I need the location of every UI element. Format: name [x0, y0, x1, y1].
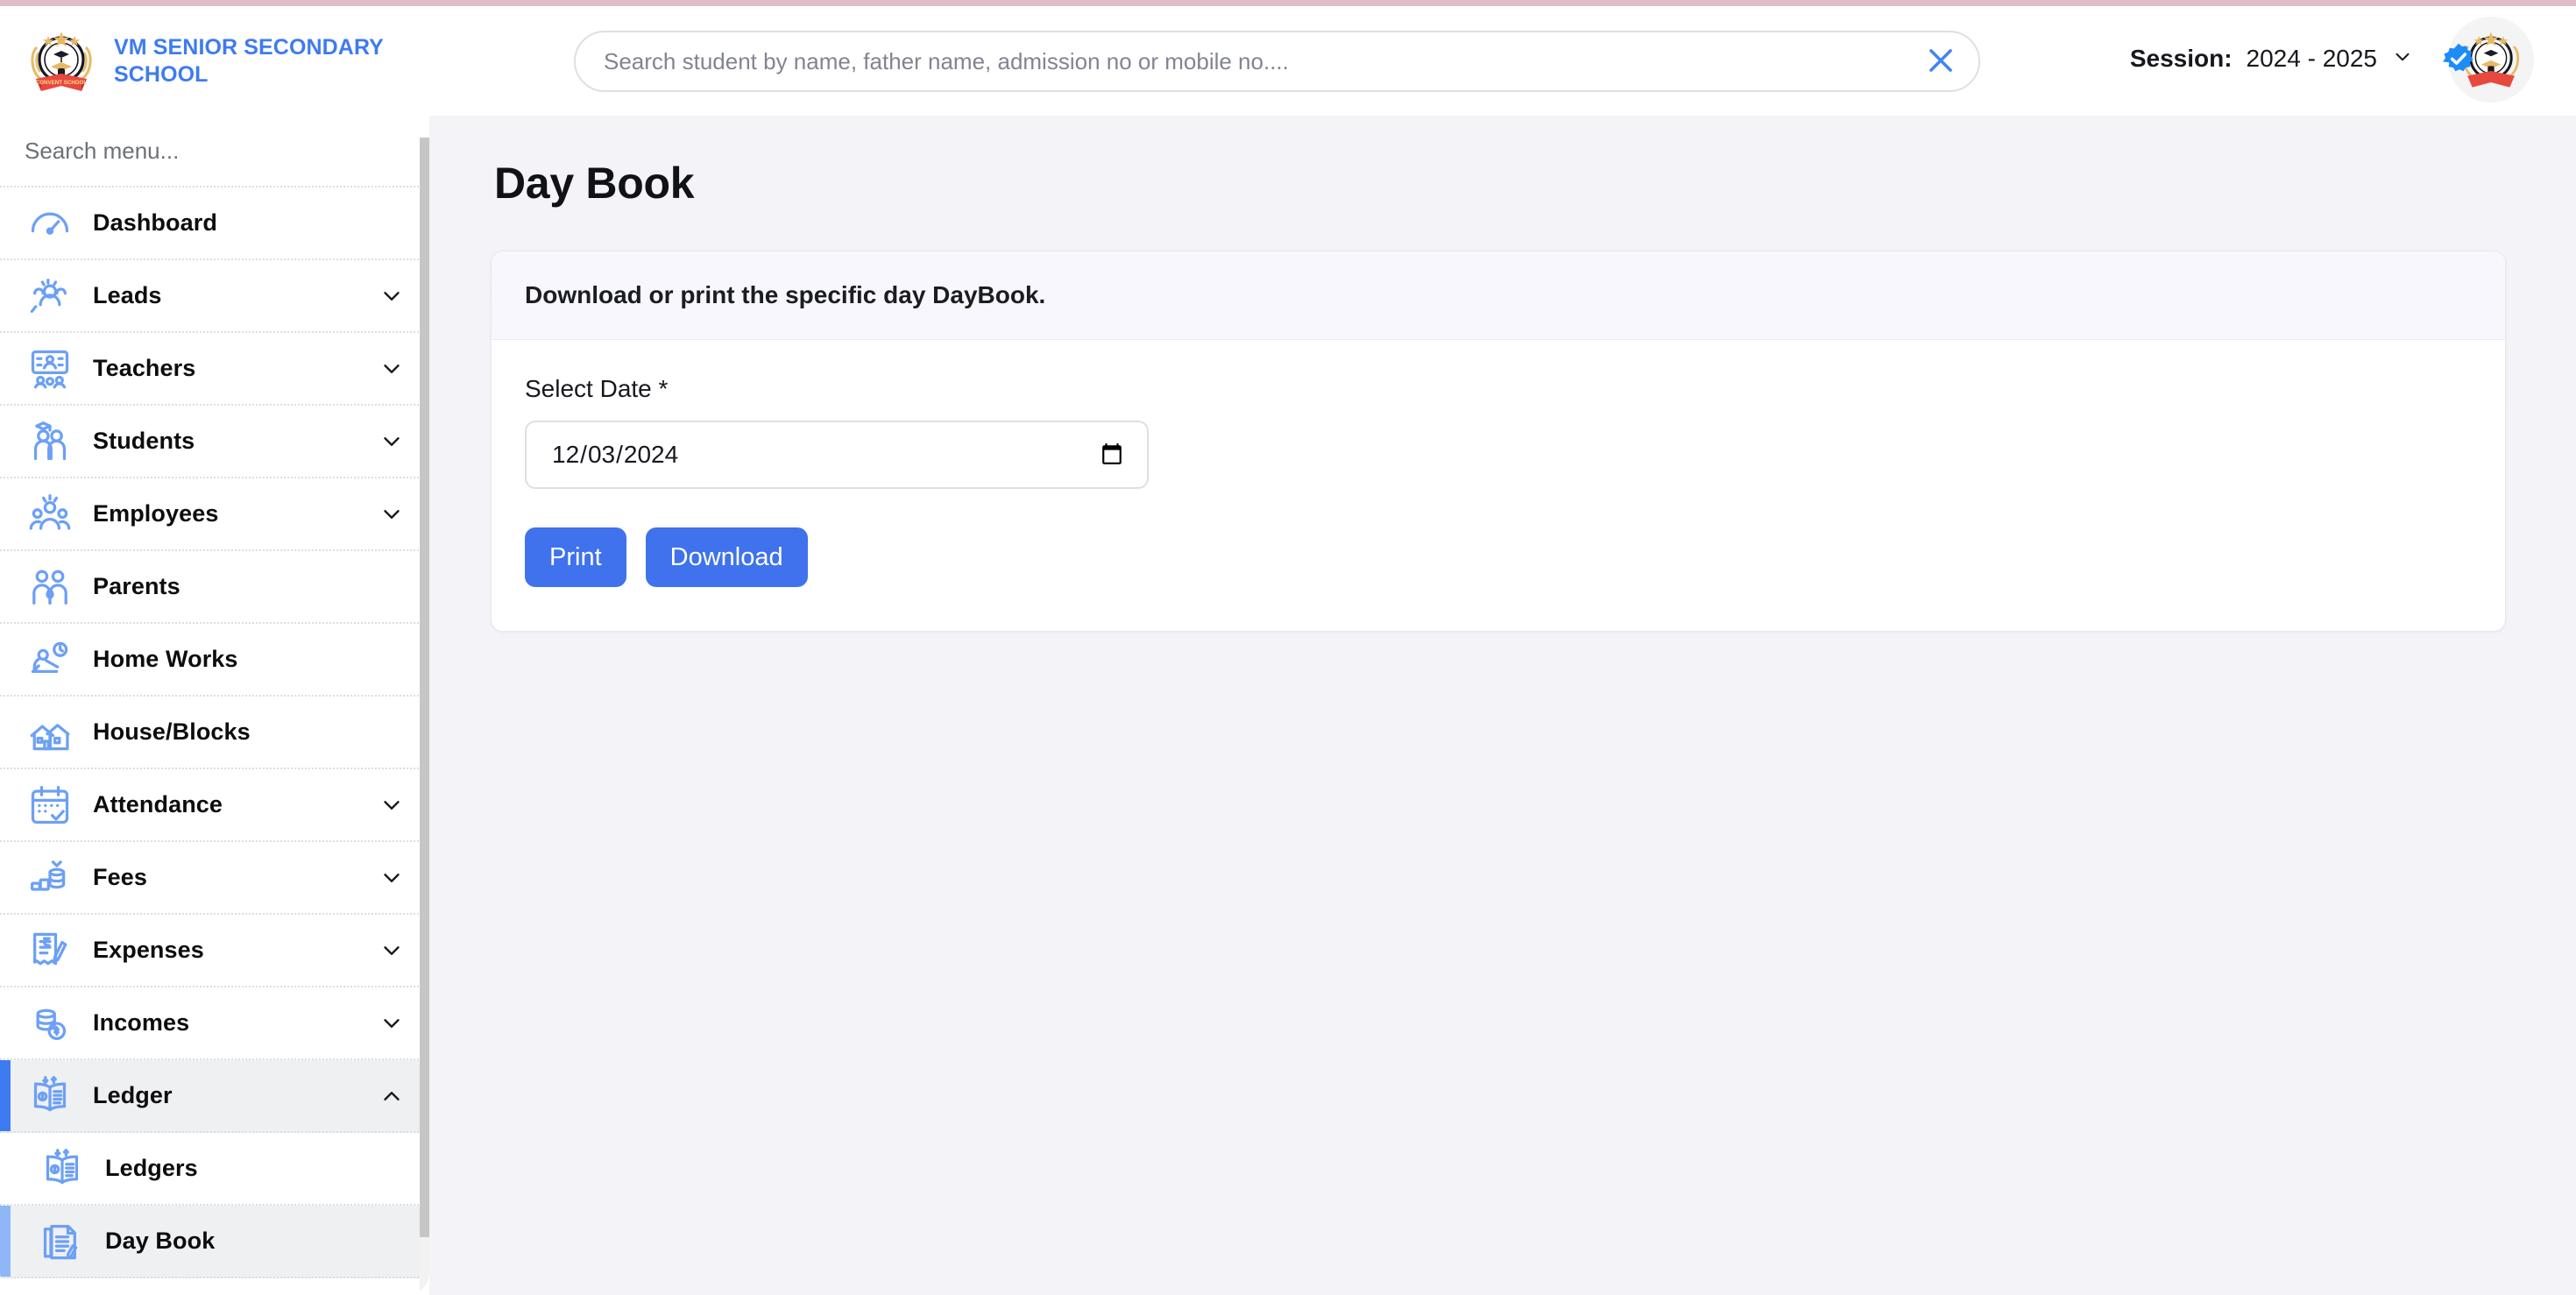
session-value: 2024 - 2025	[2247, 45, 2377, 73]
homework-icon	[25, 634, 75, 685]
daybook-card: Download or print the specific day DayBo…	[491, 251, 2506, 632]
app-root: CONVENT SCHOOL VM SENIOR SECONDARY SCHOO…	[0, 0, 2576, 1295]
chevron-down-icon[interactable]	[377, 499, 407, 529]
brand-header[interactable]: CONVENT SCHOOL VM SENIOR SECONDARY SCHOO…	[0, 6, 429, 116]
verified-badge-icon	[2441, 41, 2476, 76]
ledger-submenu: Ledgers Day Book	[0, 1133, 429, 1278]
chevron-down-icon	[2391, 46, 2414, 73]
sidebar-item-house-blocks-label: House/Blocks	[93, 718, 407, 746]
chevron-down-icon[interactable]	[377, 427, 407, 456]
chevron-down-icon[interactable]	[377, 1008, 407, 1038]
day-book-icon	[37, 1216, 88, 1267]
speedometer-icon	[25, 198, 75, 249]
sidebar-item-home-works[interactable]: Home Works	[0, 624, 429, 697]
sidebar-item-day-book-label: Day Book	[105, 1228, 407, 1255]
students-icon	[25, 416, 75, 467]
menu-search-row[interactable]	[0, 116, 429, 188]
download-button[interactable]: Download	[646, 527, 808, 587]
sidebar-item-attendance[interactable]: Attendance	[0, 769, 429, 842]
chevron-up-icon[interactable]	[377, 1081, 407, 1111]
sidebar-item-incomes-label: Incomes	[93, 1009, 377, 1037]
sidebar-item-home-works-label: Home Works	[93, 646, 407, 673]
sidebar-item-expenses[interactable]: Expenses	[0, 915, 429, 987]
sidebar-item-ledger[interactable]: Ledger	[0, 1060, 429, 1133]
coins-icon	[25, 853, 75, 903]
sidebar-item-employees-label: Employees	[93, 500, 377, 527]
sidebar-item-leads-label: Leads	[93, 282, 377, 309]
sidebar-item-leads[interactable]: Leads	[0, 260, 429, 333]
card-header: Download or print the specific day DayBo…	[492, 251, 2505, 340]
sidebar-item-dashboard-label: Dashboard	[93, 209, 407, 237]
coin-stack-icon	[25, 998, 75, 1049]
sidebar-item-employees[interactable]: Employees	[0, 478, 429, 551]
svg-text:CONVENT SCHOOL: CONVENT SCHOOL	[36, 80, 88, 86]
print-button[interactable]: Print	[525, 527, 626, 587]
select-date-input[interactable]	[525, 421, 1149, 489]
action-button-row: Print Download	[525, 527, 2472, 587]
chevron-down-icon[interactable]	[377, 863, 407, 893]
sidebar-item-fees[interactable]: Fees	[0, 842, 429, 915]
sidebar: CONVENT SCHOOL VM SENIOR SECONDARY SCHOO…	[0, 6, 429, 1295]
chevron-down-icon[interactable]	[377, 936, 407, 966]
session-label: Session:	[2130, 45, 2233, 73]
sidebar-item-attendance-label: Attendance	[93, 791, 377, 818]
sidebar-item-students-label: Students	[93, 428, 377, 455]
global-search-input[interactable]	[576, 48, 1903, 75]
sidebar-item-parents-label: Parents	[93, 573, 407, 600]
chevron-down-icon[interactable]	[377, 354, 407, 384]
clear-search-button[interactable]	[1903, 32, 1978, 90]
session-selector[interactable]: Session: 2024 - 2025	[2130, 45, 2414, 73]
employees-icon	[25, 489, 75, 540]
menu-search-input[interactable]	[25, 138, 357, 165]
sidebar-item-day-book[interactable]: Day Book	[0, 1206, 429, 1278]
top-header: Session: 2024 - 2025	[429, 6, 2576, 116]
sidebar-item-house-blocks[interactable]: House/Blocks	[0, 697, 429, 769]
house-icon	[25, 707, 75, 758]
sidebar-item-ledger-label: Ledger	[93, 1082, 377, 1109]
sidebar-scrollbar-thumb[interactable]	[420, 138, 429, 1237]
sidebar-item-ledgers[interactable]: Ledgers	[0, 1133, 429, 1206]
sidebar-item-expenses-label: Expenses	[93, 937, 377, 964]
top-accent-rule	[0, 0, 2576, 6]
chevron-down-icon[interactable]	[377, 281, 407, 311]
ledger-book-icon	[37, 1143, 88, 1194]
main-content: Day Book Download or print the specific …	[429, 116, 2576, 1295]
brand-name: VM SENIOR SECONDARY SCHOOL	[114, 34, 403, 88]
card-body: Select Date * Print Download	[492, 340, 2505, 631]
teacher-board-icon	[25, 343, 75, 394]
page-title: Day Book	[494, 158, 2576, 209]
calendar-check-icon	[25, 780, 75, 831]
sidebar-item-dashboard[interactable]: Dashboard	[0, 188, 429, 260]
school-crest-logo: CONVENT SCHOOL	[25, 25, 98, 98]
ledger-book-icon	[25, 1071, 75, 1122]
user-avatar[interactable]	[2448, 17, 2534, 103]
select-date-label: Select Date *	[525, 375, 2472, 403]
close-icon	[1924, 44, 1957, 80]
sidebar-item-teachers[interactable]: Teachers	[0, 333, 429, 406]
leads-search-icon	[25, 271, 75, 322]
sidebar-item-parents[interactable]: Parents	[0, 551, 429, 624]
card-header-title: Download or print the specific day DayBo…	[525, 281, 2472, 309]
sidebar-menu-scroll[interactable]: Dashboard Leads Teachers Students Employ…	[0, 188, 429, 1295]
sidebar-item-teachers-label: Teachers	[93, 355, 377, 382]
invoice-pen-icon	[25, 925, 75, 976]
chevron-down-icon[interactable]	[377, 790, 407, 820]
sidebar-nav: Dashboard Leads Teachers Students Employ…	[0, 188, 429, 1278]
sidebar-item-ledgers-label: Ledgers	[105, 1155, 407, 1182]
sidebar-item-students[interactable]: Students	[0, 406, 429, 478]
global-search[interactable]	[574, 31, 1980, 92]
parents-icon	[25, 562, 75, 612]
sidebar-item-incomes[interactable]: Incomes	[0, 987, 429, 1060]
sidebar-item-fees-label: Fees	[93, 864, 377, 891]
